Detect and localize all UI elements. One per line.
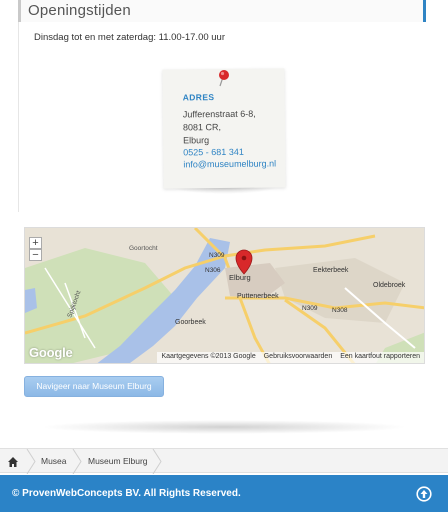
pushpin-icon [219,70,229,87]
address-heading: ADRES [182,92,215,103]
home-icon[interactable] [7,456,19,468]
map-label-puttenerbeek: Puttenerbeek [237,293,279,300]
terms-link[interactable]: Gebruiksvoorwaarden [264,353,332,363]
scroll-to-top-icon[interactable] [416,486,432,502]
report-error-link[interactable]: Een kaartfout rapporteren [340,353,420,363]
map-label-n308: N308 [332,307,348,314]
breadcrumb-item-museum-elburg[interactable]: Museum Elburg [88,449,148,474]
breadcrumb-separator-icon [152,449,162,474]
breadcrumb: Musea Museum Elburg [0,448,448,474]
map-label-n309: N309 [209,252,225,259]
divider [18,22,19,212]
section-header: Openingstijden [18,0,426,22]
copyright-text: © ProvenWebConcepts BV. All Rights Reser… [12,488,241,499]
map-credits: Kaartgegevens ©2013 Google Gebruiksvoorw… [157,352,424,363]
location-map[interactable]: N306 N309 N309 N308 Elburg Eekterbeek Ol… [24,227,425,364]
email-link[interactable]: info@museumelburg.nl [183,158,276,169]
phone-link[interactable]: 0525 - 681 341 [183,147,244,158]
zoom-in-button[interactable]: + [29,237,42,249]
navigate-button[interactable]: Navigeer naar Museum Elburg [24,376,164,397]
opening-hours: Dinsdag tot en met zaterdag: 11.00-17.00… [34,32,226,43]
address-street: Jufferenstraat 6-8, [182,108,256,120]
map-label-goorbeek: Goorbeek [175,319,206,326]
map-label-goortocht: Goortocht [129,245,158,252]
address-city: Elburg [183,135,210,146]
map-data-credit: Kaartgegevens ©2013 Google [161,353,256,360]
breadcrumb-item-musea[interactable]: Musea [41,449,67,474]
map-label-n309: N309 [302,305,318,312]
map-label-oldebroek: Oldebroek [373,282,406,289]
breadcrumb-separator-icon [72,449,82,474]
footer: © ProvenWebConcepts BV. All Rights Reser… [0,475,448,512]
section-shadow [40,420,408,434]
breadcrumb-separator-icon [26,449,36,474]
address-postal: 8081 CR, [182,122,222,133]
google-logo[interactable]: Google [29,345,73,360]
map-label-eekterbeek: Eekterbeek [313,267,349,274]
map-label-elburg: Elburg [229,273,251,282]
section-title: Openingstijden [28,2,131,19]
zoom-out-button[interactable]: − [29,249,42,261]
map-label-n306: N306 [205,267,221,274]
